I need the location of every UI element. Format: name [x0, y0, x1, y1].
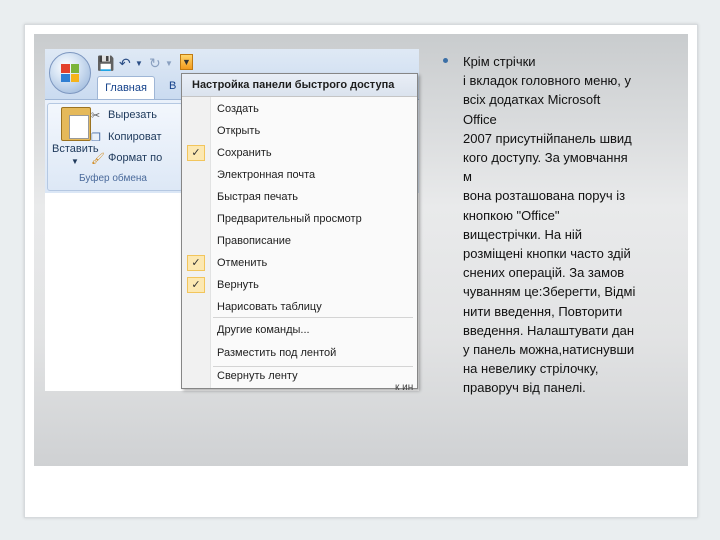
office-button[interactable]	[49, 52, 91, 94]
menu-separator	[213, 317, 413, 318]
menu-gutter	[182, 97, 211, 388]
tab-home[interactable]: Главная	[97, 76, 155, 99]
menu-item[interactable]: Создать	[217, 103, 259, 115]
menu-item[interactable]: Разместить под лентой	[217, 347, 336, 359]
text-line: введення. Налаштувати дан	[463, 322, 635, 338]
menu-item[interactable]: Предварительный просмотр	[217, 213, 362, 225]
slide-body-text: Крім стрічки і вкладок головного меню, у в…	[463, 52, 687, 398]
format-painter-button[interactable]: Формат по	[108, 152, 162, 164]
paste-sheet-icon	[69, 115, 89, 139]
save-icon[interactable]: 💾	[97, 55, 114, 72]
text-line: і вкладок головного меню, у	[463, 73, 631, 89]
bullet-icon	[443, 58, 448, 63]
redo-icon[interactable]: ↻	[149, 55, 161, 72]
text-line: Office	[463, 111, 497, 127]
menu-item[interactable]: Свернуть ленту	[217, 370, 298, 382]
tab-insert-partial[interactable]: В	[169, 80, 176, 92]
text-line: розміщені кнопки часто здій	[463, 246, 631, 262]
menu-item[interactable]: Другие команды...	[217, 324, 310, 336]
text-line: кого доступу. За умовчання	[463, 150, 628, 166]
paste-dropdown-icon[interactable]: ▼	[71, 157, 79, 166]
checkmark-icon: ✓	[187, 255, 205, 271]
text-line: вищестрічки. На ній	[463, 226, 583, 242]
checkmark-icon: ✓	[187, 145, 205, 161]
text-line: чуванням це:Зберегти, Відмі	[463, 284, 636, 300]
menu-title: Настройка панели быстрого доступа	[182, 74, 417, 97]
menu-item[interactable]: Электронная почта	[217, 169, 315, 181]
text-line: 2007 присутнійпанель швид	[463, 130, 632, 146]
scissors-icon: ✂	[91, 110, 101, 122]
cut-button[interactable]: Вырезать	[108, 109, 157, 121]
copy-button[interactable]: Копироват	[108, 131, 162, 143]
text-line: вона розташована поруч із	[463, 188, 626, 204]
office-logo-icon	[61, 64, 79, 82]
undo-icon[interactable]: ↶	[119, 55, 131, 72]
text-line: кнопкою "Office"	[463, 207, 560, 223]
text-line: у панель можна,натиснувши	[463, 342, 635, 358]
menu-item[interactable]: Сохранить	[217, 147, 272, 159]
undo-dropdown-icon[interactable]: ▼	[135, 59, 143, 68]
menu-item[interactable]: Нарисовать таблицу	[217, 301, 322, 313]
clipboard-group-label: Буфер обмена	[79, 173, 147, 184]
menu-item[interactable]: Открыть	[217, 125, 260, 137]
text-line: м	[463, 169, 472, 185]
text-line: Крім стрічки	[463, 54, 536, 69]
stray-text: к ин	[395, 382, 414, 393]
menu-separator	[213, 366, 413, 367]
customize-toolbar-arrow-icon[interactable]: ▼	[180, 54, 193, 70]
text-line: всіх додатках Microsoft	[463, 92, 601, 108]
copy-icon: ❐	[91, 132, 101, 144]
checkmark-icon: ✓	[187, 277, 205, 293]
text-line: праворуч від панелі.	[463, 380, 586, 396]
menu-item[interactable]: Быстрая печать	[217, 191, 298, 203]
text-line: снених операцій. За замов	[463, 265, 625, 281]
text-line: нити введення, Повторити	[463, 303, 623, 319]
text-line: на невелику стрілочку,	[463, 361, 599, 377]
format-painter-icon: 🖌	[91, 153, 105, 165]
customize-toolbar-menu: Настройка панели быстрого доступа Создат…	[181, 73, 418, 389]
menu-item[interactable]: Вернуть	[217, 279, 259, 291]
menu-item[interactable]: Правописание	[217, 235, 291, 247]
redo-dropdown-icon[interactable]: ▼	[165, 59, 173, 68]
menu-item[interactable]: Отменить	[217, 257, 267, 269]
